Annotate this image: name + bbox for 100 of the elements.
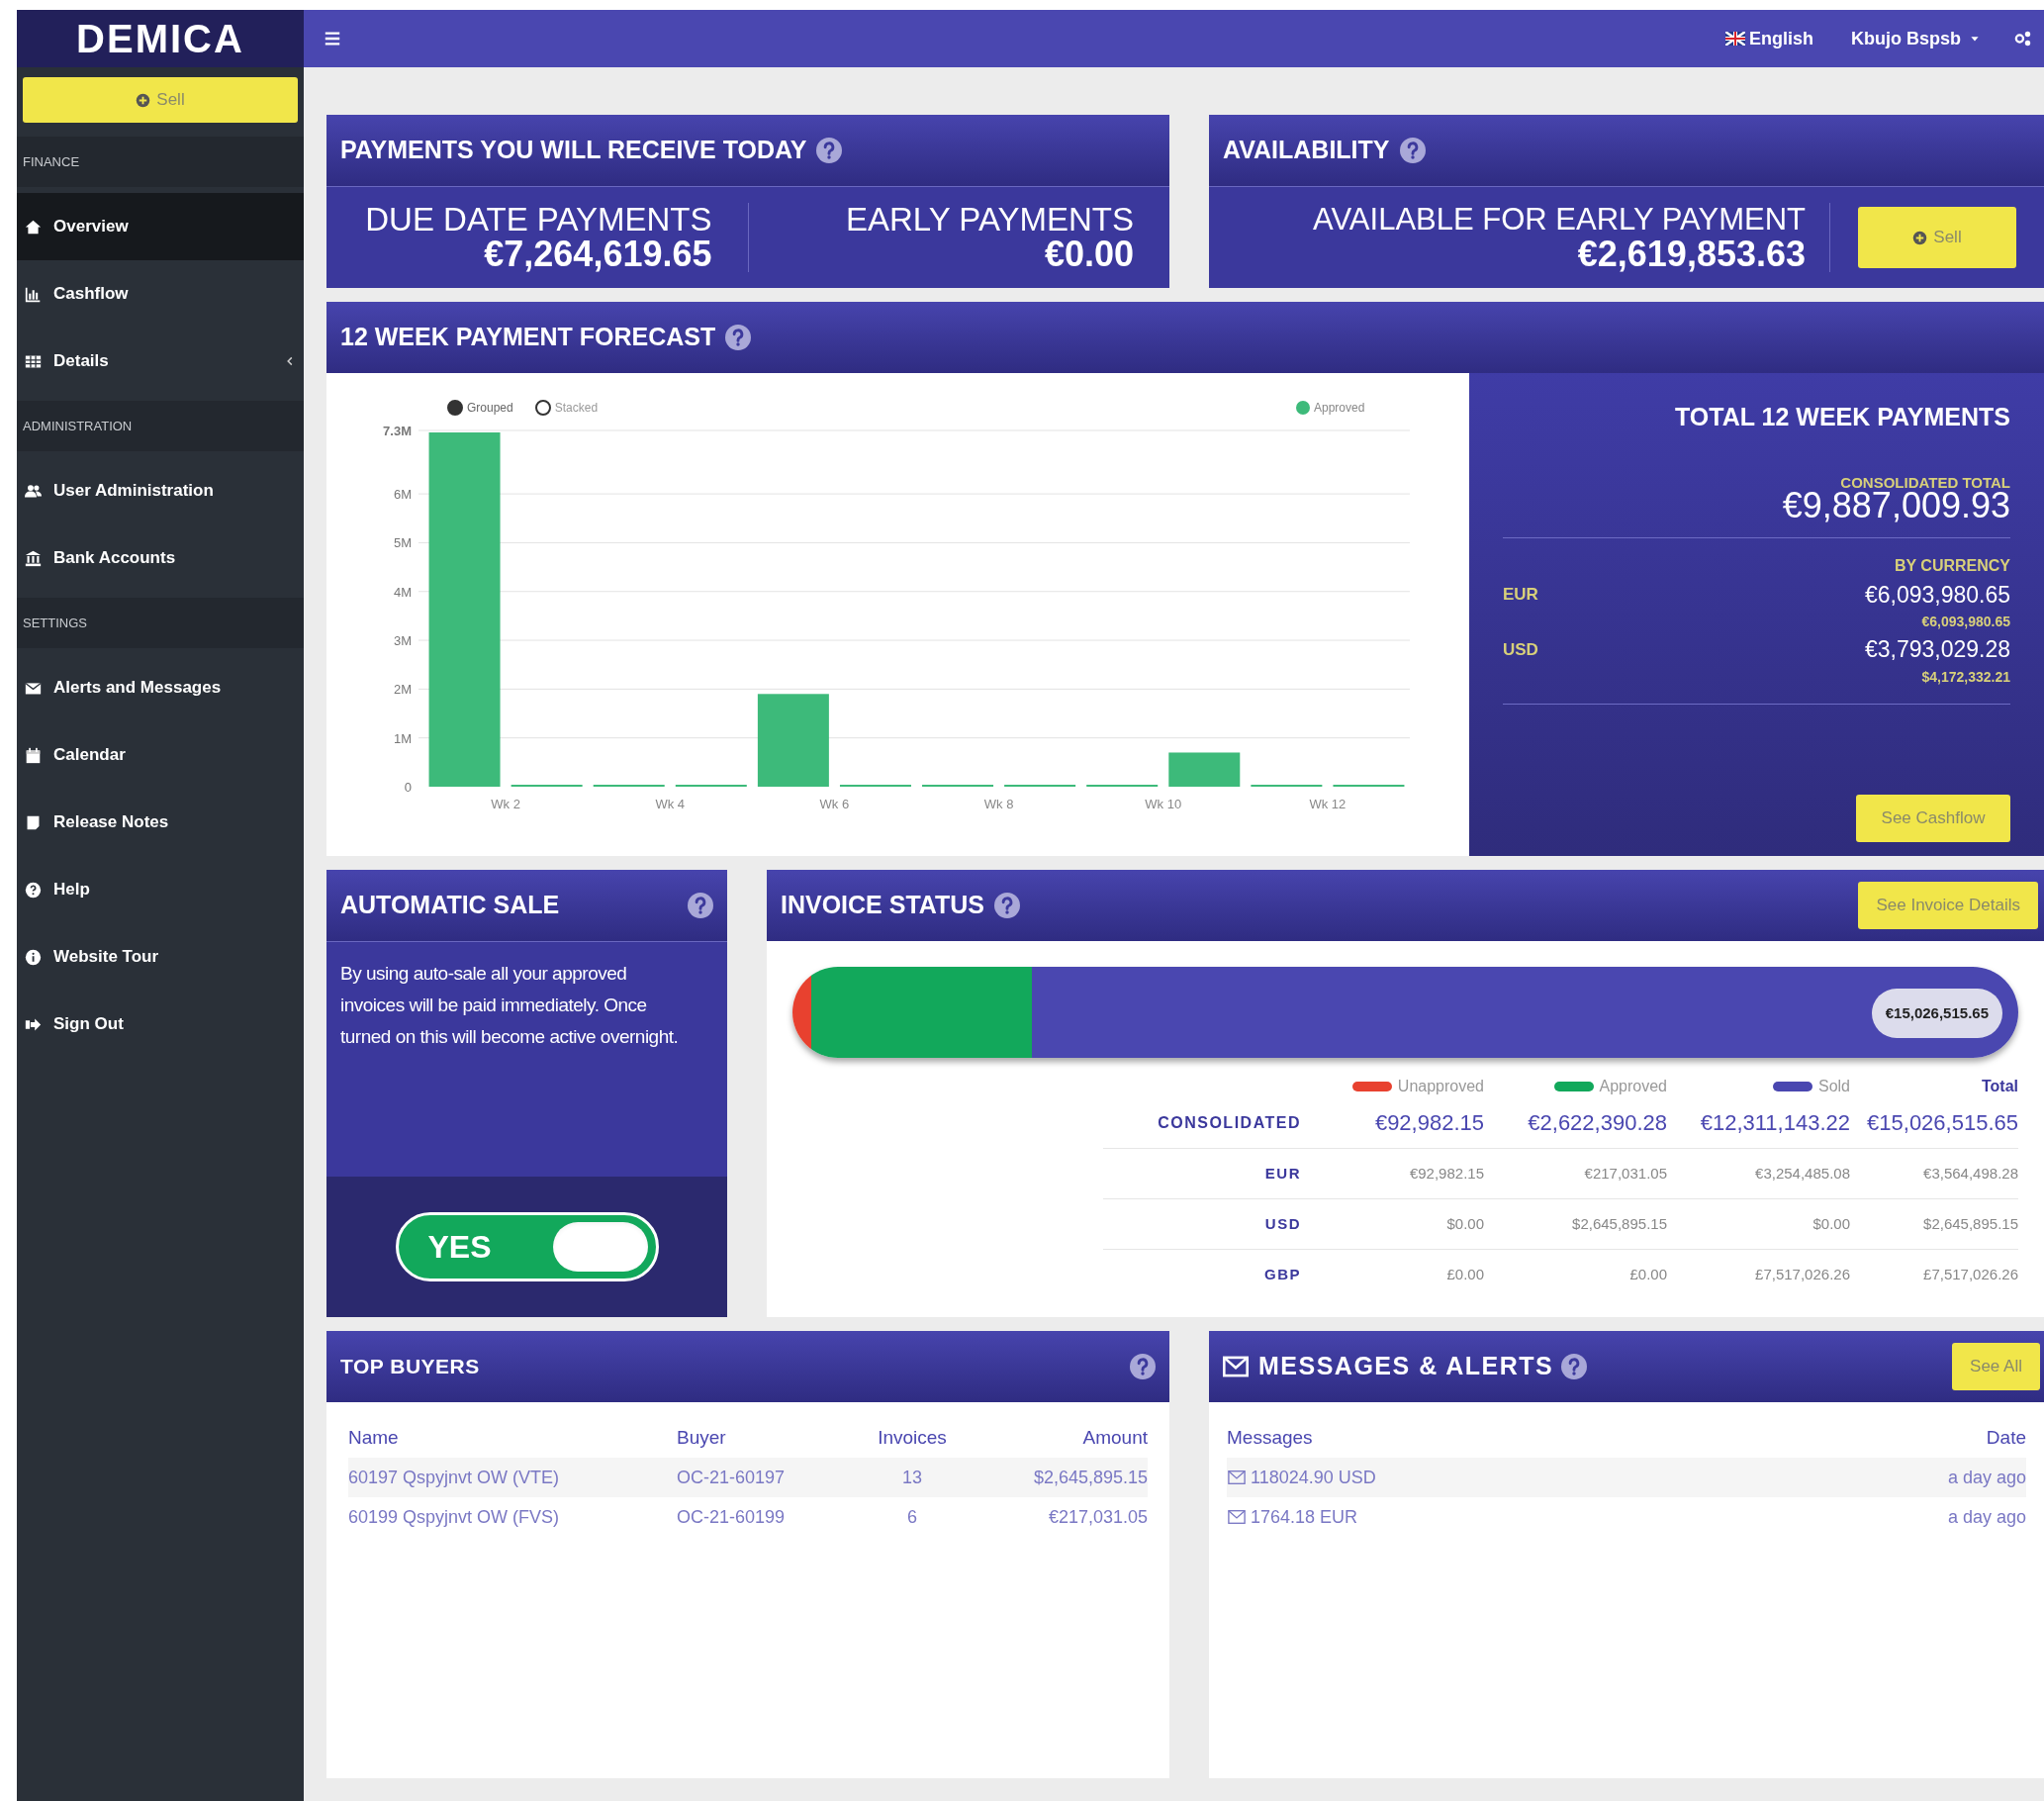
note-icon bbox=[25, 813, 42, 831]
table-cell-text: OC-21-60199 bbox=[677, 1505, 786, 1529]
help-icon bbox=[1130, 1354, 1156, 1379]
column-header: Name bbox=[348, 1425, 399, 1450]
users-icon bbox=[25, 482, 42, 500]
sidebar-item[interactable]: Overview bbox=[17, 193, 304, 260]
stat-value: €2,619,853.63 bbox=[1577, 237, 1806, 272]
table-cell-text: OC-21-60197 bbox=[677, 1466, 786, 1489]
envelope-icon bbox=[1221, 1354, 1251, 1379]
envelope-icon bbox=[1227, 1508, 1247, 1526]
axis-label: Wk 12 bbox=[1309, 797, 1347, 811]
table-cell-text: 6 bbox=[907, 1505, 917, 1529]
table-cell-text: €3,254,485.08 bbox=[1755, 1163, 1850, 1184]
table-cell-text: £0.00 bbox=[1629, 1265, 1667, 1285]
table-cell-text: $2,645,895.15 bbox=[1033, 1466, 1148, 1489]
help-icon bbox=[725, 325, 752, 350]
stat-label: EARLY PAYMENTS bbox=[846, 203, 1134, 237]
currency-code: EUR bbox=[1503, 584, 1538, 606]
stat-value: €0.00 bbox=[1044, 237, 1134, 272]
table-cell-text: $0.00 bbox=[1446, 1213, 1484, 1234]
total-badge: €15,026,515.65 bbox=[1871, 989, 2002, 1038]
table-cell-text: 13 bbox=[902, 1466, 922, 1489]
message-text: 1764.18 EUR bbox=[1251, 1505, 1358, 1529]
column-header: Date bbox=[1986, 1425, 2026, 1450]
column-header: Total bbox=[1981, 1077, 2018, 1096]
column-header: Unapproved bbox=[1397, 1077, 1484, 1096]
message-text: 118024.90 USD bbox=[1251, 1466, 1376, 1489]
info-icon bbox=[25, 948, 42, 966]
axis-label: 0 bbox=[404, 780, 412, 795]
plus-circle-icon bbox=[136, 92, 151, 108]
table-cell-text: €2,622,390.28 bbox=[1528, 1109, 1667, 1137]
help-icon bbox=[994, 893, 1021, 918]
table-cell-text: £7,517,026.26 bbox=[1755, 1265, 1850, 1285]
row-label: GBP bbox=[1264, 1265, 1301, 1285]
table-cell-text: £0.00 bbox=[1446, 1265, 1484, 1285]
table-cell-text: 60199 Qspyjnvt OW (FVS) bbox=[348, 1505, 560, 1529]
table-cell-text: €217,031.05 bbox=[1048, 1505, 1148, 1529]
table-cell-text: €217,031.05 bbox=[1584, 1163, 1667, 1184]
section-heading: SETTINGS bbox=[23, 614, 87, 632]
total-label: CONSOLIDATED TOTAL bbox=[1840, 475, 2010, 490]
calendar-icon bbox=[25, 746, 42, 764]
stat-label: AVAILABLE FOR EARLY PAYMENT bbox=[1313, 203, 1806, 237]
table-cell-text: $2,645,895.15 bbox=[1572, 1213, 1667, 1234]
panel-title: PAYMENTS YOU WILL RECEIVE TODAY bbox=[340, 135, 807, 166]
panel-title: TOP BUYERS bbox=[340, 1354, 480, 1380]
axis-label: 6M bbox=[393, 487, 412, 503]
axis-label: Wk 10 bbox=[1145, 797, 1182, 811]
total-value: €9,887,009.93 bbox=[1782, 489, 2010, 521]
language-selector[interactable]: English bbox=[1749, 25, 1813, 52]
currency-code: USD bbox=[1503, 638, 1538, 661]
currency-value: €6,093,980.65 bbox=[1864, 580, 2010, 610]
logo: DEMICA bbox=[76, 16, 244, 62]
row-label: USD bbox=[1264, 1213, 1301, 1234]
axis-label: Wk 2 bbox=[491, 797, 520, 811]
table-cell-text: $0.00 bbox=[1812, 1213, 1850, 1234]
radio-label: Stacked bbox=[554, 400, 599, 417]
table-cell-text: 60197 Qspyjnvt OW (VTE) bbox=[348, 1466, 560, 1489]
table-cell-text: €3,564,498.28 bbox=[1923, 1163, 2018, 1184]
panel-title: INVOICE STATUS bbox=[781, 890, 985, 921]
envelope-icon bbox=[1227, 1469, 1247, 1486]
axis-label: 2M bbox=[393, 682, 412, 698]
column-header: Approved bbox=[1599, 1077, 1667, 1096]
currency-original: $4,172,332.21 bbox=[1921, 667, 2010, 687]
axis-label: Wk 8 bbox=[983, 797, 1014, 811]
section-heading: FINANCE bbox=[23, 152, 80, 171]
home-icon bbox=[25, 218, 42, 236]
help-icon bbox=[1399, 138, 1426, 163]
help-icon bbox=[25, 881, 42, 899]
column-header: Amount bbox=[1082, 1425, 1148, 1450]
axis-label: 3M bbox=[393, 633, 412, 649]
message-date: a day ago bbox=[1947, 1505, 2026, 1529]
stat-value: €7,264,619.65 bbox=[484, 237, 712, 272]
message-date: a day ago bbox=[1947, 1466, 2026, 1489]
plus-circle-icon bbox=[1912, 230, 1928, 245]
column-header: Sold bbox=[1817, 1077, 1850, 1096]
axis-label: Wk 4 bbox=[655, 797, 686, 811]
currency-original: €6,093,980.65 bbox=[1921, 613, 2010, 631]
axis-label: 1M bbox=[393, 730, 412, 746]
radio-button[interactable] bbox=[534, 400, 551, 416]
description-text: By using auto-sale all your approved invoices will be paid immediately. Once turned on this will become active overnight. bbox=[340, 962, 680, 1049]
flag-icon bbox=[1725, 32, 1745, 46]
row-label: CONSOLIDATED bbox=[1158, 1112, 1301, 1133]
table-cell-text: £7,517,026.26 bbox=[1923, 1265, 2018, 1285]
radio-button[interactable] bbox=[447, 400, 463, 416]
table-cell-text: €12,311,143.22 bbox=[1700, 1109, 1850, 1137]
panel-title: 12 WEEK PAYMENT FORECAST bbox=[340, 322, 716, 353]
table-cell-text: €92,982.15 bbox=[1409, 1163, 1484, 1184]
column-header: Invoices bbox=[878, 1425, 947, 1450]
bar-chart-icon bbox=[25, 285, 42, 303]
axis-label: Wk 6 bbox=[819, 797, 850, 811]
table-cell-text: €15,026,515.65 bbox=[1867, 1109, 2018, 1137]
help-icon bbox=[816, 138, 843, 163]
table-cell-text: €92,982.15 bbox=[1374, 1109, 1484, 1137]
column-header: Messages bbox=[1227, 1425, 1313, 1450]
stat-label: DUE DATE PAYMENTS bbox=[365, 203, 712, 237]
legend-label: Approved bbox=[1314, 400, 1365, 417]
currency-value: €3,793,029.28 bbox=[1864, 635, 2010, 664]
axis-label: 4M bbox=[393, 584, 412, 600]
axis-label: 5M bbox=[393, 535, 412, 551]
user-menu[interactable]: Kbujo Bspsb bbox=[1851, 25, 1981, 52]
